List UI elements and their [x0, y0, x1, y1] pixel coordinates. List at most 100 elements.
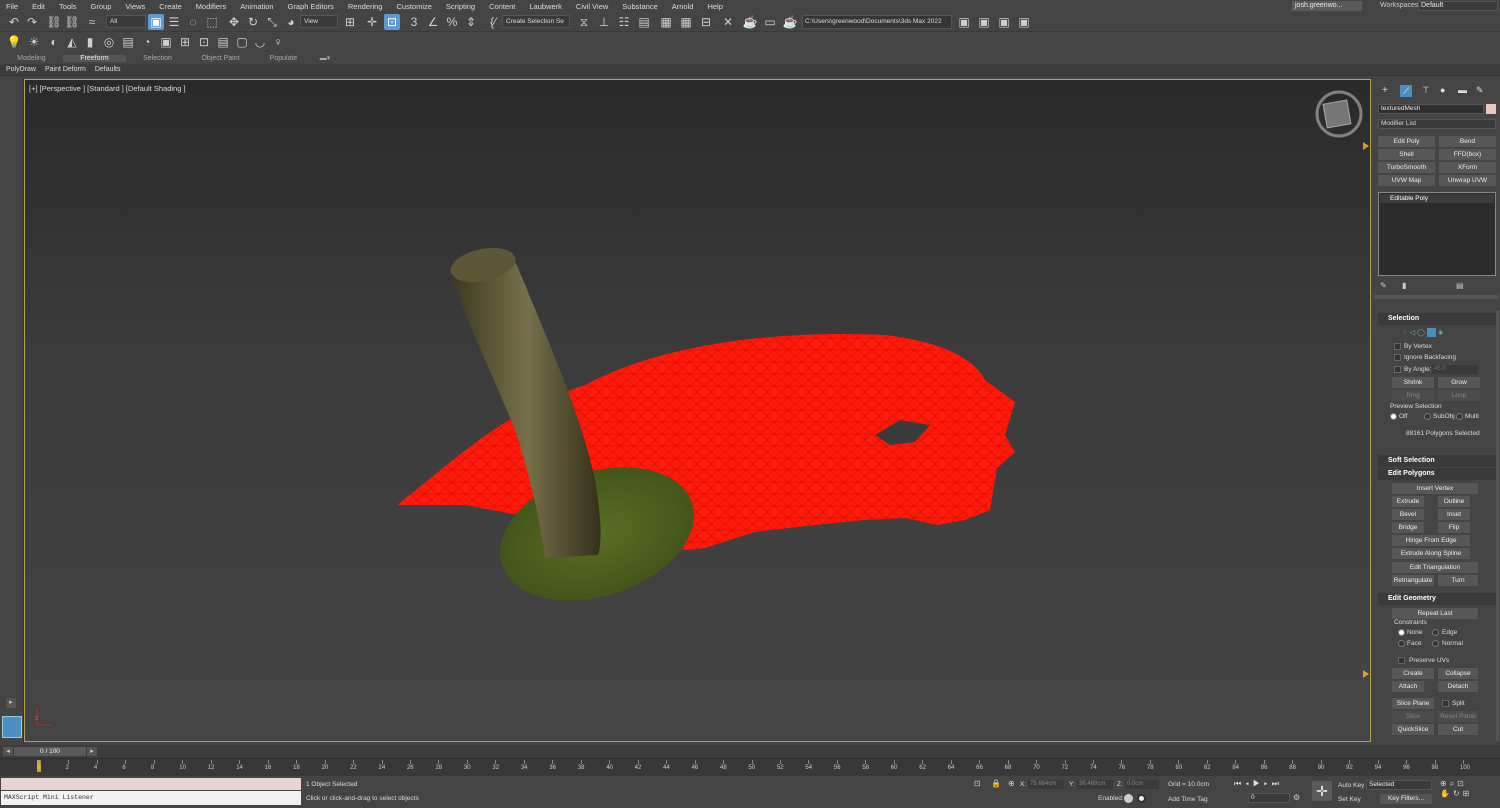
edit-poly-button[interactable]: Edit Poly — [1378, 136, 1435, 147]
key-mode-select[interactable]: Selected — [1366, 780, 1432, 790]
grow-button[interactable]: Grow — [1438, 377, 1480, 388]
extrude-button[interactable]: Extrude — [1392, 496, 1424, 507]
menu-content[interactable]: Content — [483, 2, 523, 11]
project-create-icon[interactable]: ▣ — [996, 14, 1012, 30]
menu-tools[interactable]: Tools — [53, 2, 85, 11]
menu-rendering[interactable]: Rendering — [342, 2, 391, 11]
add-time-tag-button[interactable]: Add Time Tag — [1168, 796, 1208, 803]
set-key-button[interactable]: Set Key — [1338, 796, 1361, 803]
preview-subobj-radio[interactable] — [1424, 413, 1431, 420]
menu-laubwerk[interactable]: Laubwerk — [523, 2, 570, 11]
soft-selection-rollout-header[interactable]: Soft Selection — [1378, 455, 1496, 467]
project-folder-path[interactable]: C:\Users\greenwood\Documents\3ds Max 202… — [802, 15, 952, 29]
light-icon[interactable]: 💡 — [6, 34, 22, 50]
book-icon[interactable]: ▮ — [82, 34, 98, 50]
select-by-name-icon[interactable]: ☰ — [166, 14, 182, 30]
z-coord-field[interactable]: 0.0cm — [1125, 780, 1159, 789]
insert-vertex-button[interactable]: Insert Vertex — [1392, 483, 1478, 494]
arnold-shape-icon[interactable]: ◎ — [101, 34, 117, 50]
move-icon[interactable]: ✥ — [226, 14, 242, 30]
bridge-button[interactable]: Bridge — [1392, 522, 1424, 533]
subobject-level-icons[interactable]: ⁘ ◁ ◯ ◈ — [1402, 328, 1462, 338]
slice-plane-button[interactable]: Slice Plane — [1392, 698, 1434, 709]
flip-button[interactable]: Flip — [1438, 522, 1470, 533]
create-button[interactable]: Create — [1392, 668, 1434, 679]
undo-icon[interactable]: ↶ — [6, 14, 22, 30]
key-filters-button[interactable]: Key Filters... — [1380, 794, 1432, 804]
current-frame-field[interactable]: 0 — [1248, 793, 1290, 803]
utilities-tab-icon[interactable]: ✎ — [1476, 85, 1484, 96]
subtab-defaults[interactable]: Defaults — [89, 66, 124, 73]
repeat-last-button[interactable]: Repeat Last — [1392, 608, 1478, 619]
attach-button[interactable]: Attach — [1392, 681, 1424, 692]
arnold-volume-icon[interactable]: ▤ — [120, 34, 136, 50]
render-production-icon[interactable]: ☕ — [782, 14, 798, 30]
arnold-light-mgr-icon[interactable]: ♀ — [270, 34, 286, 50]
menu-scripting[interactable]: Scripting — [440, 2, 483, 11]
edit-geometry-rollout-header[interactable]: Edit Geometry — [1378, 593, 1496, 605]
ribbon-options-icon[interactable]: ▬▾ — [315, 54, 335, 62]
modifier-list-select[interactable]: Modifier List — [1378, 119, 1496, 129]
menu-civil-view[interactable]: Civil View — [570, 2, 616, 11]
physical-camera-icon[interactable]: ◭ — [64, 34, 80, 50]
tab-populate[interactable]: Populate — [252, 55, 315, 62]
unlink-icon[interactable]: ⛓ — [64, 14, 80, 30]
turn-button[interactable]: Turn — [1438, 575, 1478, 586]
tab-freeform[interactable]: Freeform — [63, 54, 126, 62]
uvw-map-button[interactable]: UVW Map — [1378, 175, 1435, 186]
menu-file[interactable]: File — [0, 2, 26, 11]
modify-tab-icon[interactable]: ⟋ — [1400, 85, 1412, 97]
arnold-viewer-icon[interactable]: ⊞ — [177, 34, 193, 50]
time-tag-icon[interactable] — [1137, 794, 1146, 803]
select-object-icon[interactable]: ▣ — [148, 14, 164, 30]
curve-editor-icon[interactable]: ▦ — [678, 14, 694, 30]
time-config-icon[interactable]: ⚙ — [1293, 793, 1300, 802]
by-angle-spinner[interactable]: 45.0 — [1432, 365, 1478, 374]
snaps-toggle-icon[interactable]: 3 — [406, 14, 422, 30]
tab-object-paint[interactable]: Object Paint — [189, 55, 252, 62]
retriangulate-button[interactable]: Retriangulate — [1392, 575, 1434, 586]
render-setup-icon[interactable]: ☕ — [742, 14, 758, 30]
selection-region-icon[interactable]: ◌ — [185, 14, 201, 30]
menu-edit[interactable]: Edit — [26, 2, 53, 11]
extrude-along-spline-button[interactable]: Extrude Along Spline — [1392, 548, 1470, 559]
preview-off-radio[interactable] — [1390, 413, 1397, 420]
ignore-backfacing-checkbox[interactable] — [1394, 354, 1401, 361]
xform-button[interactable]: XForm — [1439, 162, 1496, 173]
redo-icon[interactable]: ↷ — [24, 14, 40, 30]
cut-button[interactable]: Cut — [1438, 724, 1478, 735]
spinner-snap-icon[interactable]: ⇕ — [463, 14, 479, 30]
menu-graph-editors[interactable]: Graph Editors — [282, 2, 342, 11]
reference-coordinate-select[interactable]: View — [300, 15, 338, 28]
time-next-icon[interactable]: ▸ — [87, 747, 97, 756]
split-checkbox[interactable] — [1442, 700, 1449, 707]
stack-item-editable-poly[interactable]: Editable Poly — [1380, 194, 1494, 203]
layer-explorer-icon[interactable]: ▤ — [636, 14, 652, 30]
project-settings-icon[interactable]: ▣ — [1016, 14, 1032, 30]
slice-button[interactable]: Slice — [1392, 711, 1434, 722]
ffd-box-button[interactable]: FFD(box) — [1439, 149, 1496, 160]
menu-group[interactable]: Group — [85, 2, 120, 11]
detach-button[interactable]: Detach — [1438, 681, 1478, 692]
mirror-icon[interactable]: ⧖ — [576, 14, 592, 30]
playback-controls[interactable]: ⏮◂▶▸⏭ — [1234, 779, 1283, 789]
selection-filter-select[interactable]: All — [106, 15, 146, 28]
menu-help[interactable]: Help — [701, 2, 730, 11]
outline-button[interactable]: Outline — [1438, 496, 1470, 507]
arnold-ipr-icon[interactable]: ▣ — [158, 34, 174, 50]
link-icon[interactable]: ⛓ — [46, 14, 62, 30]
scene-explorer-icon[interactable]: ☷ — [616, 14, 632, 30]
subtab-paint-deform[interactable]: Paint Deform — [39, 66, 89, 73]
edit-polygons-rollout-header[interactable]: Edit Polygons — [1378, 468, 1496, 480]
bend-button[interactable]: Bend — [1439, 136, 1496, 147]
constraint-normal-radio[interactable] — [1432, 640, 1439, 647]
viewport-layout-thumbnail[interactable] — [2, 716, 22, 738]
project-folder-icon[interactable]: ▣ — [956, 14, 972, 30]
sun-icon[interactable]: ☀ — [26, 34, 42, 50]
arnold-object-props-icon[interactable]: ▢ — [234, 34, 250, 50]
object-color-swatch[interactable] — [1486, 104, 1496, 114]
shrink-button[interactable]: Shrink — [1392, 377, 1434, 388]
preview-multi-radio[interactable] — [1456, 413, 1463, 420]
align-icon[interactable]: ⊥ — [596, 14, 612, 30]
arnold-render-icon[interactable]: ◔ — [139, 34, 155, 50]
